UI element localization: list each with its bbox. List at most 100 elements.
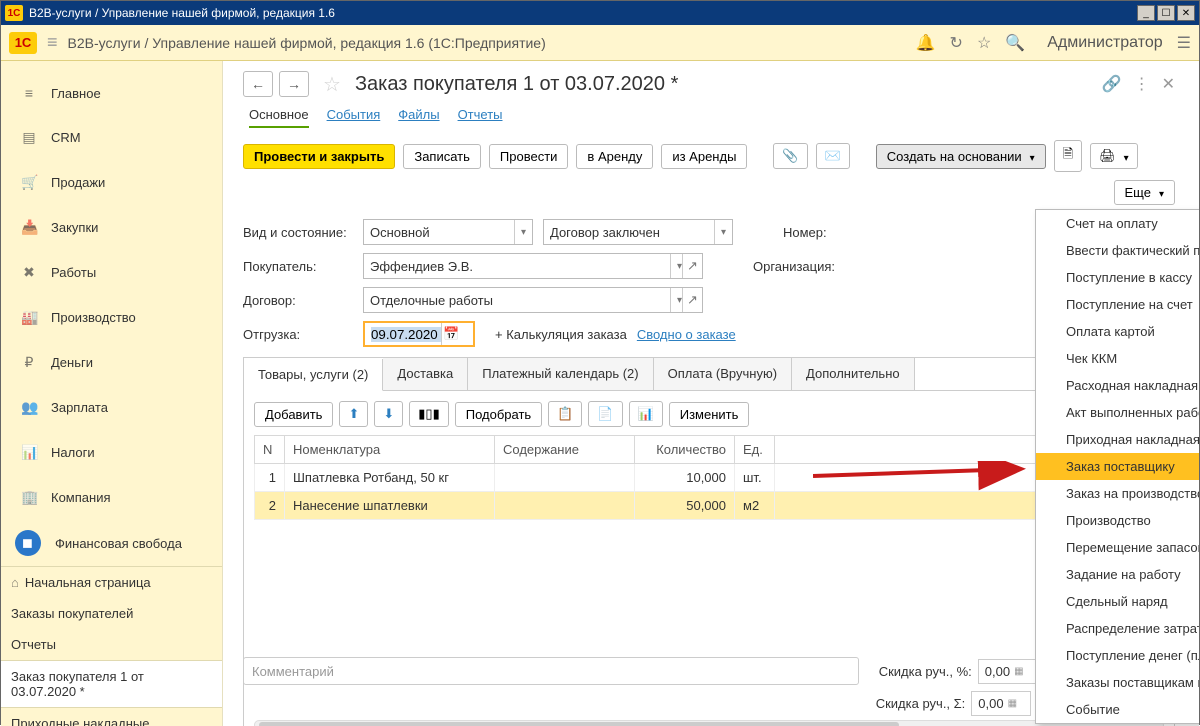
sidebar-item-financial-freedom[interactable]: ◆Финансовая свобода	[1, 520, 222, 566]
sidebar-item-works[interactable]: ✖Работы	[1, 250, 222, 295]
menu-icon[interactable]: ≡	[47, 32, 58, 53]
menu-item[interactable]: Задание на работу	[1036, 561, 1199, 588]
subtab-reports[interactable]: Отчеты	[458, 107, 503, 128]
open-icon[interactable]: ↗	[682, 254, 702, 278]
sidebar-item-main[interactable]: ≡Главное	[1, 71, 222, 115]
menu-item[interactable]: Поступление денег (план)	[1036, 642, 1199, 669]
move-down-button[interactable]: ⬇	[374, 401, 403, 427]
from-rent-button[interactable]: из Аренды	[661, 144, 747, 169]
state-select[interactable]: Договор заключен▾	[543, 219, 733, 245]
menu-item[interactable]: Событие	[1036, 696, 1199, 723]
save-button[interactable]: Записать	[403, 144, 481, 169]
calculator-icon[interactable]: ▦	[1008, 698, 1017, 709]
chevron-down-icon[interactable]: ▾	[514, 220, 532, 244]
menu-item[interactable]: Приходная накладная	[1036, 426, 1199, 453]
post-button[interactable]: Провести	[489, 144, 569, 169]
more-button[interactable]: Еще	[1114, 180, 1175, 205]
sidebar-item-crm[interactable]: ▤CRM	[1, 115, 222, 160]
window-tab-home[interactable]: ⌂Начальная страница	[1, 567, 222, 598]
window-tab[interactable]: Заказы покупателей	[1, 598, 222, 629]
tab-additional[interactable]: Дополнительно	[792, 358, 915, 390]
minimize-button[interactable]: _	[1137, 5, 1155, 21]
kind-select[interactable]: Основной▾	[363, 219, 533, 245]
menu-item[interactable]: Перемещение запасов	[1036, 534, 1199, 561]
search-icon[interactable]: 🔍	[1005, 33, 1025, 53]
bell-icon[interactable]: 🔔	[916, 33, 936, 53]
print-button[interactable]: 🖨	[1090, 143, 1138, 169]
menu-item-selected[interactable]: Заказ поставщику	[1036, 453, 1199, 480]
col-qty[interactable]: Количество	[635, 436, 735, 464]
discount-sum-value[interactable]: 0,00▦	[971, 691, 1031, 716]
sidebar-item-purchases[interactable]: 📥Закупки	[1, 205, 222, 250]
menu-item[interactable]: Производство	[1036, 507, 1199, 534]
barcode-button[interactable]: ▮▯▮	[409, 401, 448, 427]
tab-goods[interactable]: Товары, услуги (2)	[244, 359, 383, 391]
forward-button[interactable]: →	[279, 71, 309, 97]
attach-button[interactable]: 📎	[773, 143, 807, 169]
buyer-field[interactable]: Эффендиев Э.В.▾↗	[363, 253, 703, 279]
calculator-icon[interactable]: ▦	[1014, 666, 1023, 677]
table-row[interactable]: 1 Шпатлевка Ротбанд, 50 кг 10,000 шт.	[255, 464, 1164, 492]
window-tab[interactable]: Приходные накладные	[1, 708, 222, 726]
add-button[interactable]: Добавить	[254, 402, 333, 427]
discount-pct-value[interactable]: 0,00▦	[978, 659, 1038, 684]
comment-field[interactable]: Комментарий	[243, 657, 859, 685]
summary-link[interactable]: Сводно о заказе	[637, 327, 736, 342]
import-button[interactable]: 📊	[629, 401, 663, 427]
menu-item[interactable]: Поступление в кассу	[1036, 264, 1199, 291]
menu-item[interactable]: Акт выполненных работ	[1036, 399, 1199, 426]
menu-item[interactable]: Распределение затрат	[1036, 615, 1199, 642]
sidebar-item-money[interactable]: ₽Деньги	[1, 340, 222, 385]
horizontal-scrollbar[interactable]	[254, 720, 1164, 726]
to-rent-button[interactable]: в Аренду	[576, 144, 653, 169]
window-tab-current[interactable]: Заказ покупателя 1 от 03.07.2020 *	[1, 660, 222, 708]
calendar-icon[interactable]: 📅	[441, 323, 461, 345]
sidebar-item-company[interactable]: 🏢Компания	[1, 475, 222, 520]
menu-item[interactable]: Заказ на производство	[1036, 480, 1199, 507]
more-icon[interactable]: ⋮	[1134, 74, 1150, 94]
menu-item[interactable]: Чек ККМ	[1036, 345, 1199, 372]
tab-delivery[interactable]: Доставка	[383, 358, 468, 390]
create-based-on-button[interactable]: Создать на основании	[876, 144, 1046, 169]
post-and-close-button[interactable]: Провести и закрыть	[243, 144, 395, 169]
subtab-events[interactable]: События	[327, 107, 381, 128]
settings-icon[interactable]: ☰	[1177, 33, 1191, 53]
report-button[interactable]: 🗎	[1054, 140, 1082, 172]
menu-item[interactable]: Ввести фактический платеж	[1036, 237, 1199, 264]
col-unit[interactable]: Ед.	[735, 436, 775, 464]
menu-item[interactable]: Оплата картой	[1036, 318, 1199, 345]
user-label[interactable]: Администратор	[1047, 34, 1162, 52]
back-button[interactable]: ←	[243, 71, 273, 97]
close-icon[interactable]: ✕	[1162, 74, 1175, 94]
sidebar-item-salary[interactable]: 👥Зарплата	[1, 385, 222, 430]
move-up-button[interactable]: ⬆	[339, 401, 368, 427]
sidebar-item-production[interactable]: 🏭Производство	[1, 295, 222, 340]
subtab-main[interactable]: Основное	[249, 107, 309, 128]
favaorite-star-icon[interactable]: ☆	[323, 72, 341, 97]
close-window-button[interactable]: ✕	[1177, 5, 1195, 21]
paste-button[interactable]: 📄	[588, 401, 622, 427]
open-icon[interactable]: ↗	[682, 288, 702, 312]
col-content[interactable]: Содержание	[495, 436, 635, 464]
tab-payment-calendar[interactable]: Платежный календарь (2)	[468, 358, 653, 390]
history-icon[interactable]: ↻	[950, 33, 963, 53]
chevron-down-icon[interactable]: ▾	[714, 220, 732, 244]
col-n[interactable]: N	[255, 436, 285, 464]
star-icon[interactable]: ☆	[977, 33, 991, 53]
select-button[interactable]: Подобрать	[455, 402, 542, 427]
mail-button[interactable]: ✉️	[816, 143, 850, 169]
menu-item[interactable]: Расходная накладная	[1036, 372, 1199, 399]
window-tab[interactable]: Отчеты	[1, 629, 222, 660]
menu-item[interactable]: Заказы поставщикам в 1С:Бизнес-сеть	[1036, 669, 1199, 696]
contract-field[interactable]: Отделочные работы▾↗	[363, 287, 703, 313]
edit-button[interactable]: Изменить	[669, 402, 750, 427]
table-row-selected[interactable]: 2 Нанесение шпатлевки 50,000 м2	[255, 492, 1164, 520]
sidebar-item-taxes[interactable]: 📊Налоги	[1, 430, 222, 475]
menu-item[interactable]: Поступление на счет	[1036, 291, 1199, 318]
shipment-date-field[interactable]: 📅	[363, 321, 475, 347]
sidebar-item-sales[interactable]: 🛒Продажи	[1, 160, 222, 205]
copy-button[interactable]: 📋	[548, 401, 582, 427]
menu-item[interactable]: Счет на оплату	[1036, 210, 1199, 237]
maximize-button[interactable]: ☐	[1157, 5, 1175, 21]
menu-item[interactable]: Сдельный наряд	[1036, 588, 1199, 615]
